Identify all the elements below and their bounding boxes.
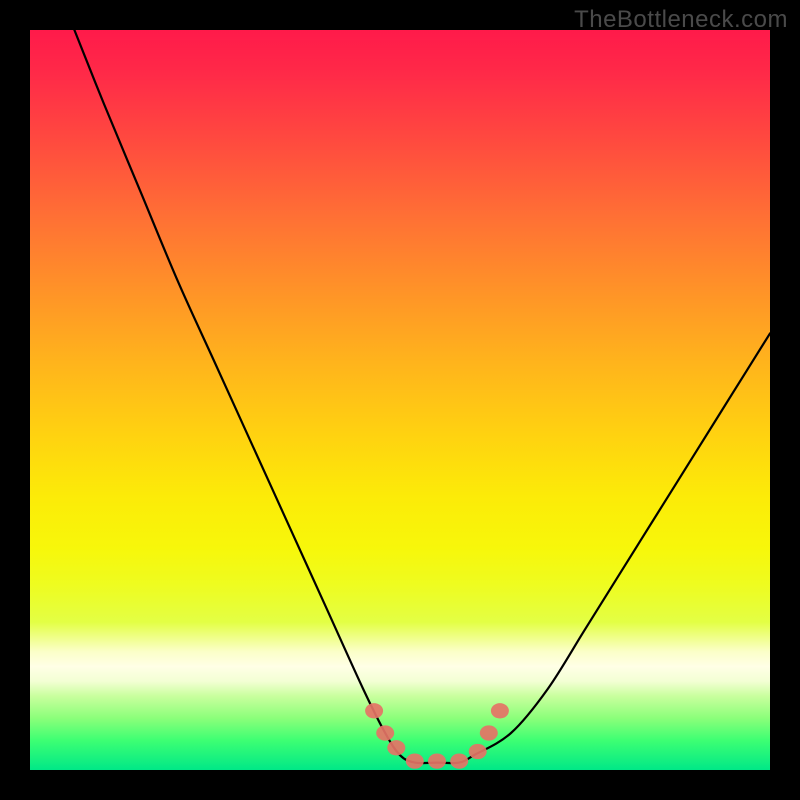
marker-group [365, 703, 509, 769]
marker-dot [428, 753, 446, 768]
marker-dot [480, 725, 498, 740]
bottleneck-curve [74, 30, 770, 763]
plot-area [30, 30, 770, 770]
watermark-text: TheBottleneck.com [574, 6, 788, 34]
marker-dot [406, 753, 424, 768]
marker-dot [376, 725, 394, 740]
curve-svg [30, 30, 770, 770]
chart-frame: TheBottleneck.com [0, 0, 800, 800]
marker-dot [450, 753, 468, 768]
marker-dot [365, 703, 383, 718]
marker-dot [469, 744, 487, 759]
marker-dot [387, 740, 405, 755]
marker-dot [491, 703, 509, 718]
